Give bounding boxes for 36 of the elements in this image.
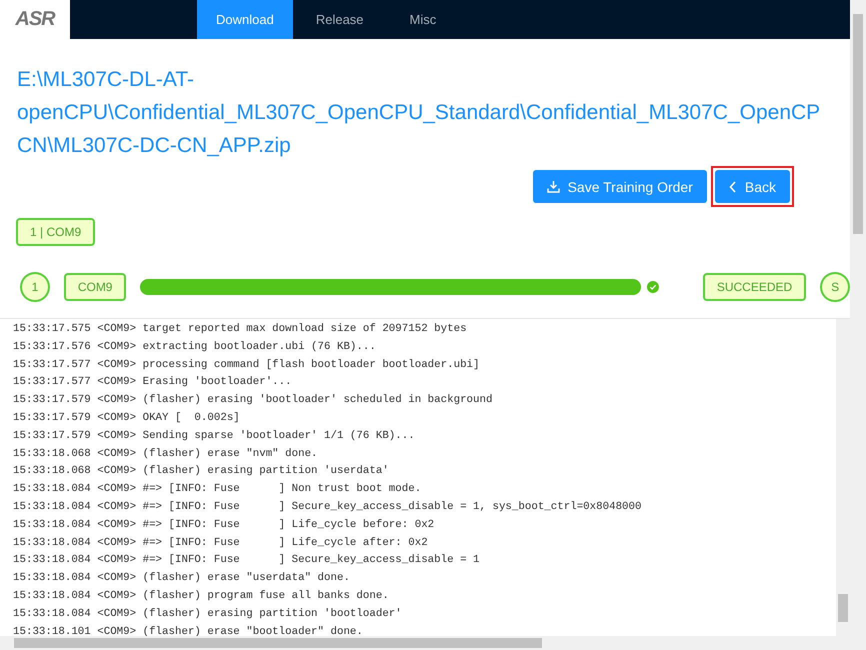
log-line: 15:33:18.084 <COM9> #=> [INFO: Fuse ] Life_cycle after: 0x2 <box>13 536 429 551</box>
port-label: COM9 <box>64 273 126 301</box>
nav-tab[interactable]: Misc <box>386 0 460 39</box>
save-button[interactable]: Save Training Order <box>532 170 707 203</box>
download-icon <box>546 180 560 193</box>
log-line: 15:33:18.084 <COM9> (flasher) erasing partition 'bootloader' <box>13 606 403 622</box>
log-line: 15:33:18.084 <COM9> #=> [INFO: Fuse ] Life_cycle before: 0x2 <box>13 518 436 533</box>
back-button[interactable]: Back <box>714 170 790 203</box>
port-tag: 1 | COM9 <box>16 218 96 246</box>
log-line: 15:33:17.579 <COM9> OKAY [ 0.002s] <box>13 410 241 426</box>
log-line: 15:33:17.579 <COM9> Sending sparse 'bootloader' 1/1 (76 KB)... <box>13 428 416 444</box>
log-line: 15:33:18.068 <COM9> (flasher) erasing partition 'userdata' <box>13 464 390 480</box>
logo-text: ASR <box>15 8 55 31</box>
nav-tab[interactable]: Download <box>197 0 293 39</box>
file-path-line: E:\ML307C-DL-AT- <box>17 67 195 93</box>
log-line: 15:33:18.084 <COM9> #=> [INFO: Fuse ] Secure_key_access_disable = 1, sys_boot_ctrl=0x8048000 <box>13 500 642 515</box>
file-path-line: CN\ML307C-DC-CN_APP.zip <box>17 133 292 159</box>
status-label: SUCCEEDED <box>702 273 806 301</box>
log-line: 15:33:18.084 <COM9> #=> [INFO: Fuse ] Non trust boot mode. <box>13 482 422 498</box>
page-scrollbar[interactable] <box>850 0 866 650</box>
log-line: 15:33:18.068 <COM9> (flasher) erase "nvm" done. <box>13 446 319 462</box>
log-line: 15:33:17.577 <COM9> processing command [flash bootloader bootloader.ubi] <box>13 358 481 373</box>
log-line: 15:33:18.084 <COM9> #=> [INFO: Fuse ] Secure_key_access_disable = 1 <box>13 553 481 568</box>
device-index: 1 <box>20 272 50 302</box>
log-line: 15:33:17.575 <COM9> target reported max download size of 2097152 bytes <box>13 322 468 337</box>
chevron-left-icon <box>728 180 737 192</box>
log-line: 15:33:17.576 <COM9> extracting bootloader.ubi (76 KB)... <box>13 340 377 355</box>
nav-tab[interactable]: Release <box>292 0 387 39</box>
log-line: 15:33:18.084 <COM9> (flasher) erase "userdata" done. <box>13 571 351 586</box>
log-line: 15:33:17.579 <COM9> (flasher) erasing 'bootloader' scheduled in background <box>13 393 494 408</box>
file-path-line: openCPU\Confidential_ML307C_OpenCPU_Standard\Confidential_ML307C_OpenCP <box>17 100 822 126</box>
horizontal-scrollbar[interactable] <box>0 636 850 650</box>
log-line: 15:33:18.084 <COM9> (flasher) program fuse all banks done. <box>13 588 390 604</box>
status-initial: S <box>820 272 850 302</box>
log-line: 15:33:17.577 <COM9> Erasing 'bootloader'... <box>13 375 293 390</box>
log-line: 15:33:18.101 <COM9> (flasher) erase "bootloader" done. <box>13 624 364 636</box>
